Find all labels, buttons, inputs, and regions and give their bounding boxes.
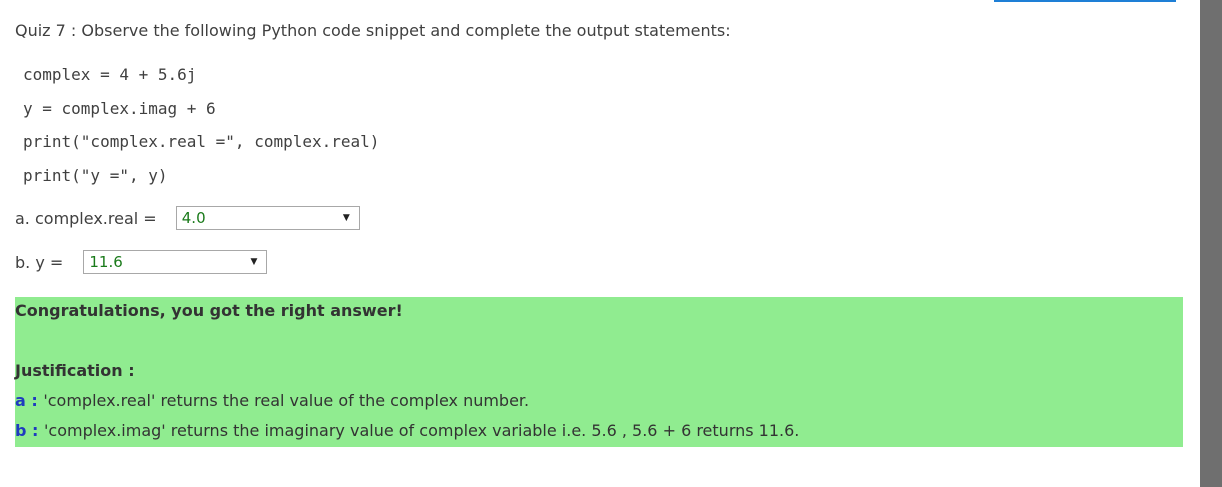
justification-sep-a: : bbox=[25, 391, 44, 410]
answer-value-a: 4.0 bbox=[181, 209, 206, 227]
justification-text-b: 'complex.imag' returns the imaginary val… bbox=[44, 421, 800, 440]
justification-title: Justification : bbox=[15, 361, 135, 380]
question-text: Quiz 7 : Observe the following Python co… bbox=[15, 21, 731, 40]
scrollbar[interactable] bbox=[1200, 0, 1222, 487]
code-line: y = complex.imag + 6 bbox=[23, 98, 216, 118]
answer-label-a: a. complex.real = bbox=[15, 208, 162, 228]
answer-value-b: 11.6 bbox=[89, 253, 123, 271]
answer-label-b: b. y = bbox=[15, 252, 69, 272]
justification-key-b: b bbox=[15, 421, 27, 440]
justification-sep-b: : bbox=[26, 421, 44, 440]
justification-key-a: a bbox=[15, 391, 26, 410]
dropdown-arrow-icon: ▼ bbox=[342, 213, 350, 223]
dropdown-arrow-icon: ▼ bbox=[250, 257, 258, 267]
code-snippet: complex = 4 + 5.6j y = complex.imag + 6 … bbox=[23, 63, 379, 197]
justification-text-a: 'complex.real' returns the real value of… bbox=[43, 391, 530, 410]
answer-row-b: b. y = 11.6 ▼ bbox=[15, 250, 268, 274]
answer-select-a[interactable]: 4.0 ▼ bbox=[175, 206, 360, 230]
feedback-message: Congratulations, you got the right answe… bbox=[15, 301, 403, 320]
code-line: complex = 4 + 5.6j bbox=[23, 65, 197, 84]
top-accent-bar bbox=[994, 0, 1176, 2]
feedback-panel: Congratulations, you got the right answe… bbox=[15, 297, 1183, 447]
justification-item-b: b : 'complex.imag' returns the imaginary… bbox=[15, 421, 799, 440]
answer-select-b[interactable]: 11.6 ▼ bbox=[83, 250, 268, 274]
justification-item-a: a : 'complex.real' returns the real valu… bbox=[15, 391, 529, 410]
answer-row-a: a. complex.real = 4.0 ▼ bbox=[15, 206, 360, 230]
code-line: print("complex.real =", complex.real) bbox=[23, 132, 380, 151]
code-line: print("y =", y) bbox=[23, 165, 168, 185]
